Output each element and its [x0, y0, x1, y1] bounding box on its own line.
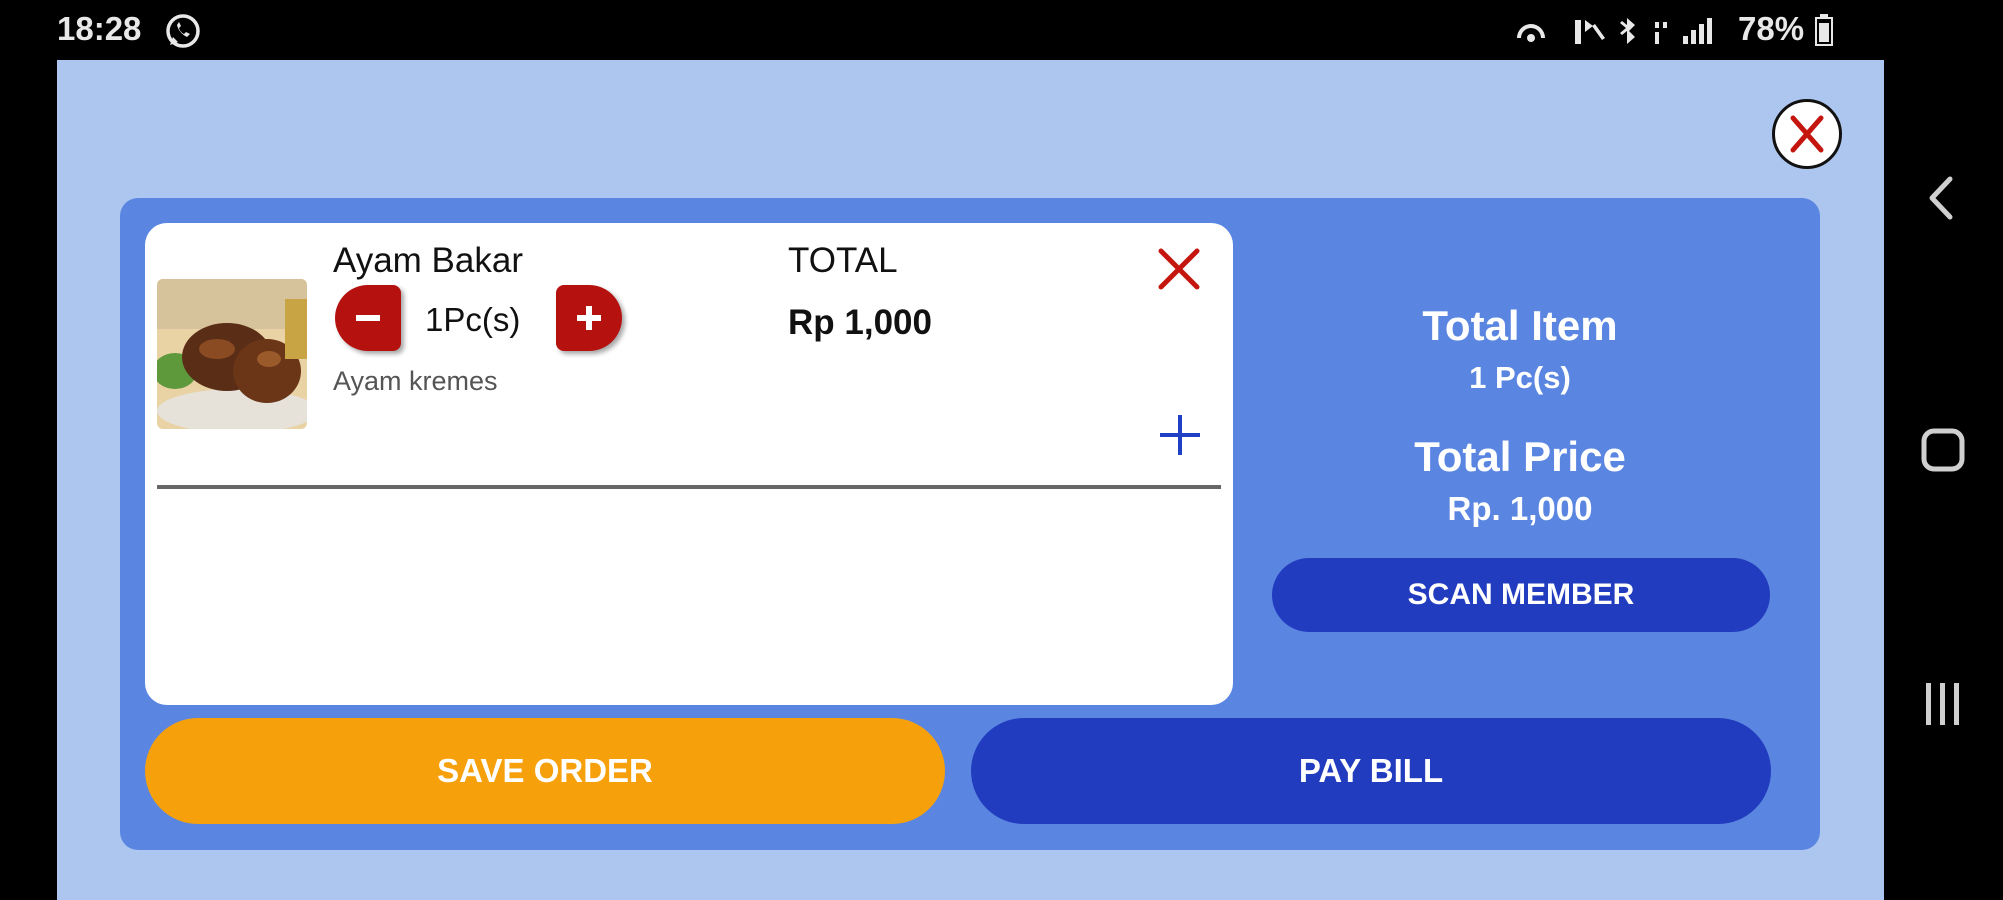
save-order-button[interactable]: SAVE ORDER	[145, 718, 945, 824]
item-divider	[157, 485, 1221, 489]
battery-icon	[1815, 14, 1833, 51]
increase-quantity-button[interactable]	[556, 285, 622, 351]
item-note: Ayam kremes	[333, 366, 498, 396]
home-icon[interactable]	[1918, 425, 1968, 475]
remove-item-button[interactable]	[1155, 245, 1203, 293]
recents-icon[interactable]	[1918, 679, 1968, 729]
total-price-value: Rp. 1,000	[1447, 490, 1593, 527]
minus-icon	[356, 315, 380, 321]
total-item-label: Total Item	[1422, 302, 1618, 349]
total-item-value: 1 Pc(s)	[1469, 360, 1571, 395]
plus-icon	[577, 306, 601, 330]
close-icon	[1790, 115, 1824, 153]
item-quantity: 1Pc(s)	[425, 301, 521, 338]
item-total-value: Rp 1,000	[788, 303, 932, 342]
item-name: Ayam Bakar	[333, 241, 523, 280]
back-icon[interactable]	[1918, 173, 1968, 223]
whatsapp-icon	[164, 12, 202, 55]
status-icons	[1515, 14, 1735, 53]
add-note-button[interactable]	[1158, 413, 1202, 457]
item-total-label: TOTAL	[788, 241, 898, 280]
status-time: 18:28	[57, 10, 142, 47]
battery-level: 78%	[1738, 10, 1805, 47]
close-icon	[1158, 248, 1200, 290]
food-image	[157, 279, 307, 429]
pay-bill-button[interactable]: PAY BILL	[971, 718, 1771, 824]
decrease-quantity-button[interactable]	[335, 285, 401, 351]
cart-list: Ayam Bakar 1Pc(s) Ayam kremes TOTAL Rp 1…	[145, 223, 1233, 705]
scan-member-button[interactable]: SCAN MEMBER	[1272, 558, 1770, 632]
status-bar: 18:28 78%	[0, 0, 2003, 60]
close-dialog-button[interactable]	[1772, 99, 1842, 169]
total-price-label: Total Price	[1414, 433, 1626, 480]
plus-icon	[1160, 415, 1200, 455]
